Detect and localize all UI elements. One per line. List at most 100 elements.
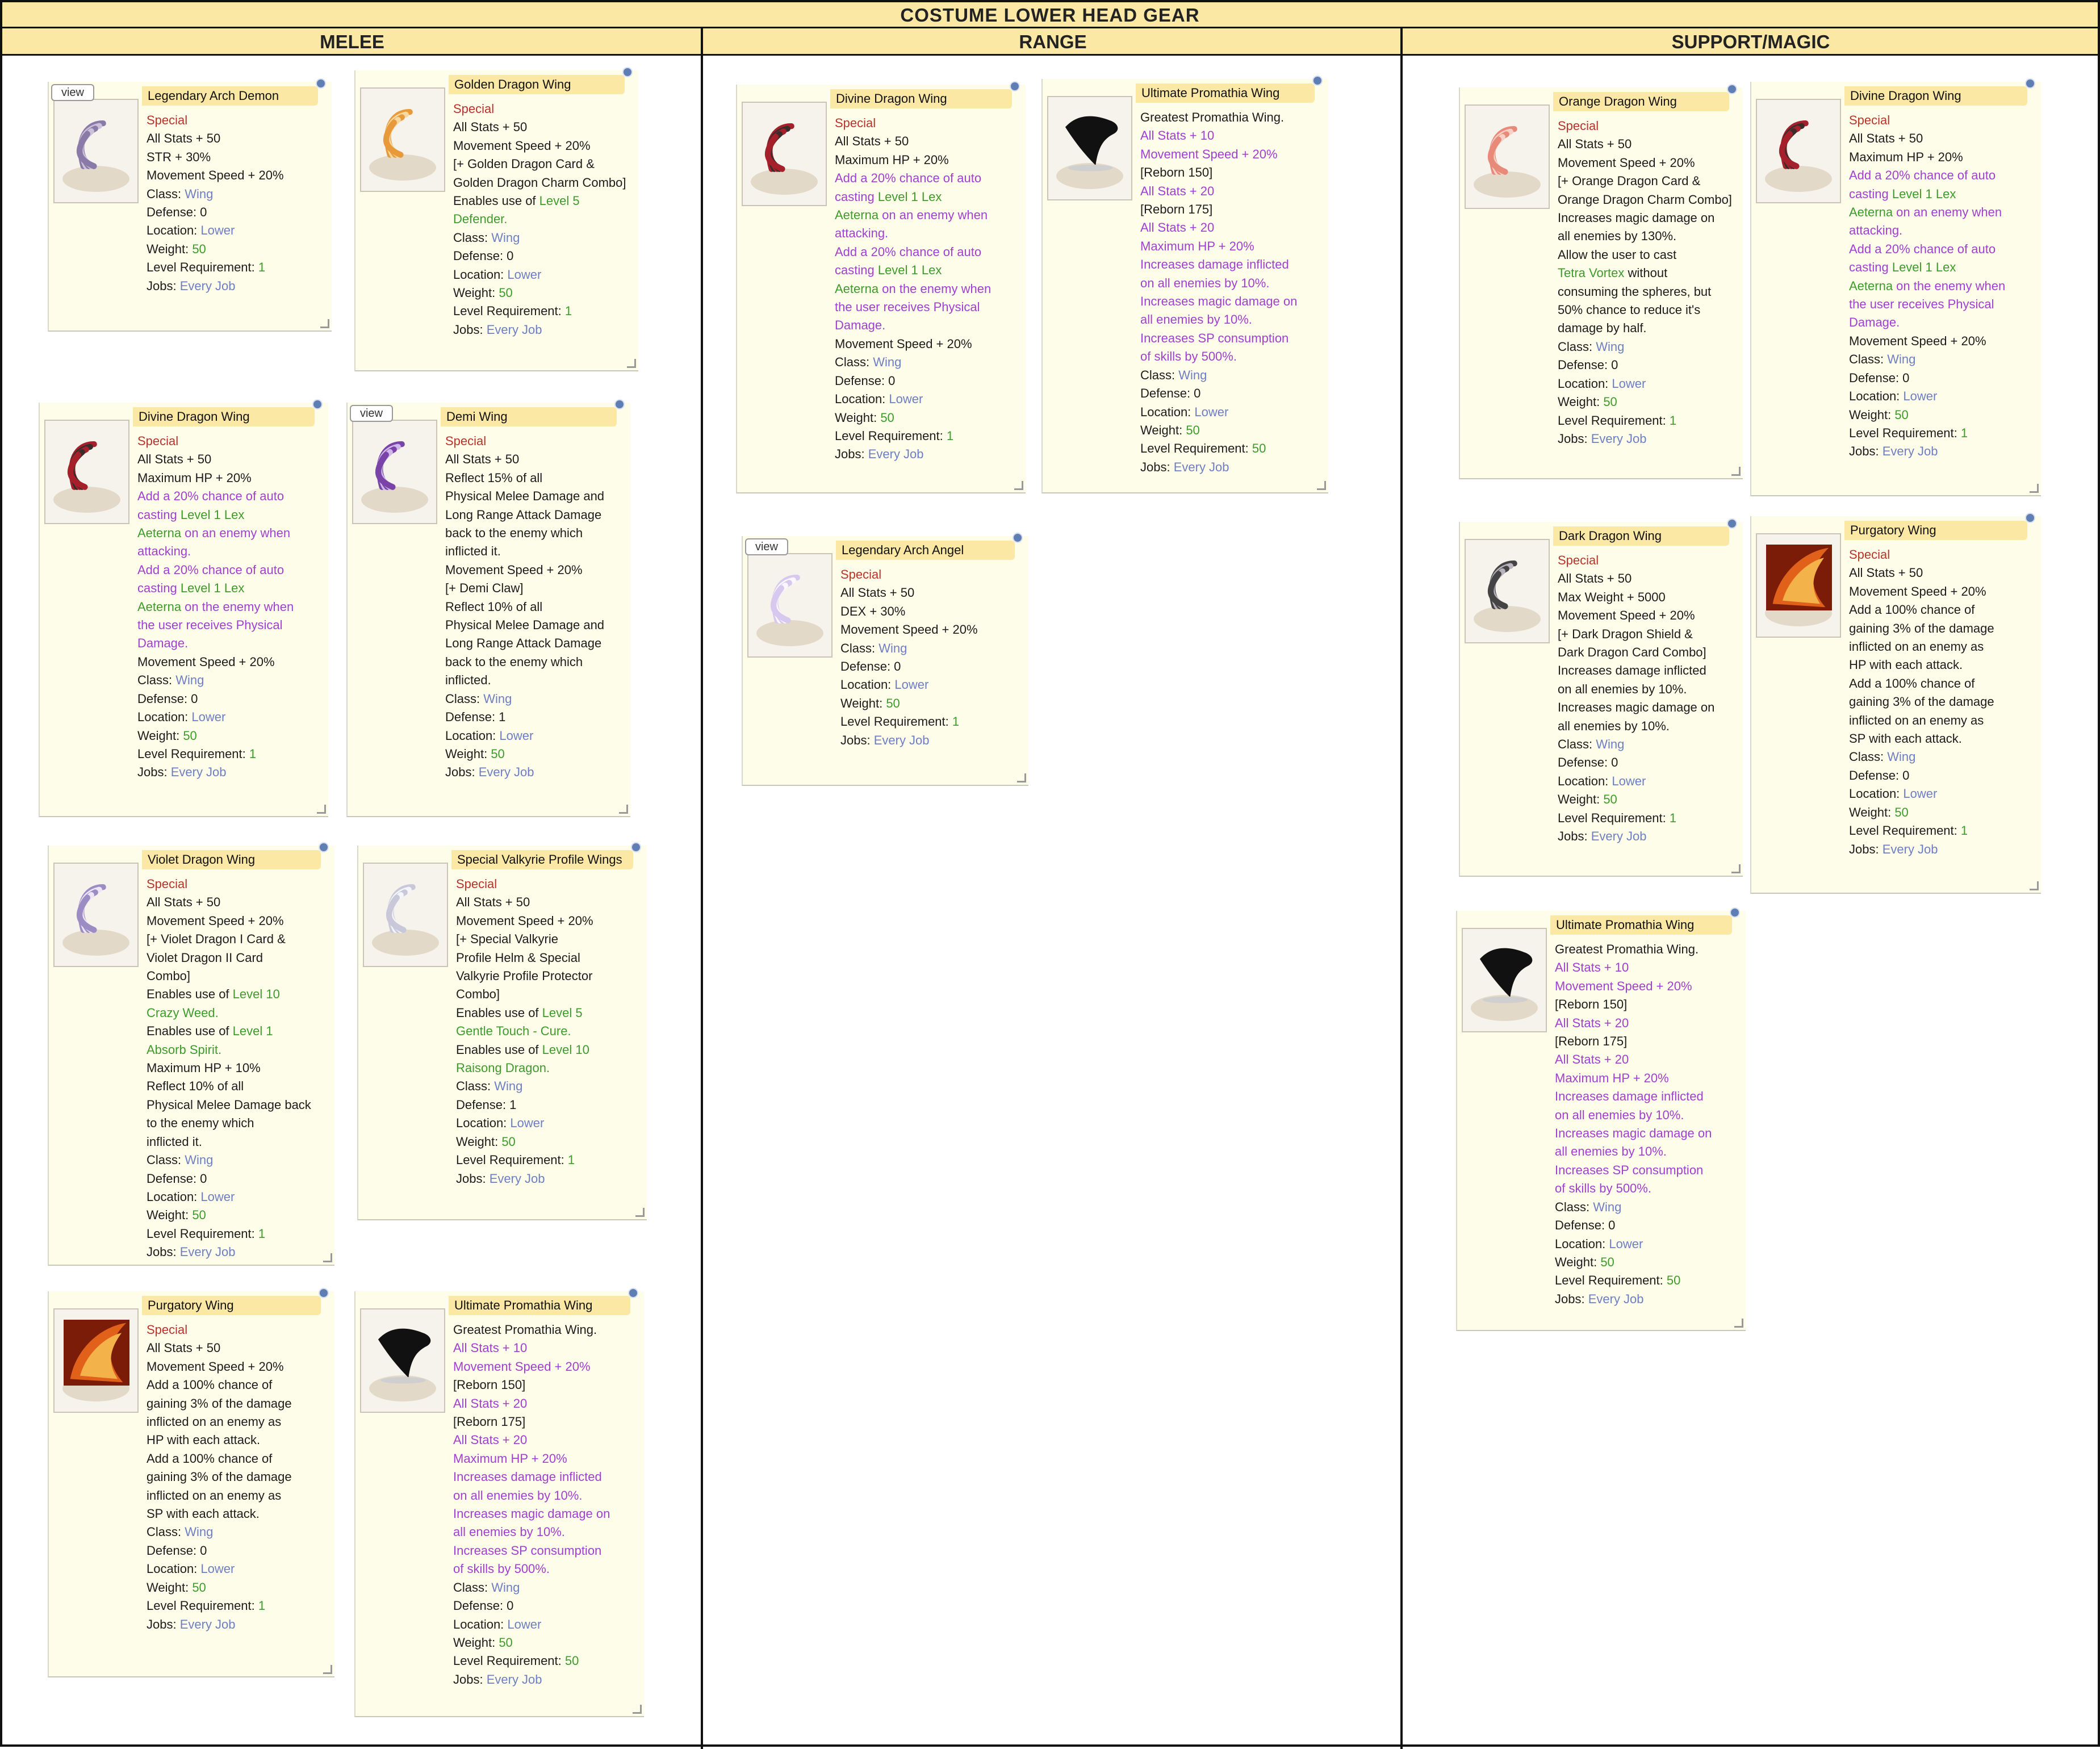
item-description: Special All Stats + 50 Maximum HP + 20% Add… (1849, 111, 2005, 461)
description-line: Crazy Weed. (147, 1004, 311, 1022)
description-text: [Reborn 150] (1140, 165, 1213, 180)
description-text: Movement Speed + 20% (147, 1359, 284, 1374)
item-image[interactable] (53, 99, 139, 203)
description-text: Damage. (137, 636, 189, 651)
resize-handle[interactable] (1317, 481, 1326, 490)
description-text: Defense: 0 (1140, 386, 1201, 401)
item-image[interactable] (1756, 99, 1841, 203)
resize-handle[interactable] (1017, 773, 1026, 783)
description-text: Increases SP consumption (453, 1543, 602, 1558)
description-text: Jobs: (147, 1245, 180, 1260)
description-line: damage by half. (1558, 319, 1732, 337)
description-text: gaining 3% of the damage (1849, 621, 1994, 635)
purgatory-wing-icon (64, 1320, 129, 1386)
description-text: Weight: (840, 696, 886, 710)
description-text: 1 (952, 714, 960, 729)
description-line: Increases SP consumption (453, 1542, 610, 1560)
description-line: Aeterna on the enemy when (835, 280, 991, 298)
item-image[interactable] (1756, 533, 1841, 638)
view-button[interactable]: view (745, 538, 788, 555)
description-line: the user receives Physical (1849, 295, 2005, 313)
item-image[interactable] (742, 102, 827, 206)
description-line: Level Requirement: 1 (147, 1597, 292, 1615)
description-text: inflicted. (445, 673, 491, 688)
view-button[interactable]: view (350, 405, 393, 422)
item-image[interactable] (747, 553, 833, 658)
description-text: [+ Dark Dragon Shield & (1558, 626, 1693, 641)
item-image[interactable] (1465, 539, 1550, 643)
resize-handle[interactable] (633, 1705, 642, 1714)
arch-demon-wing-icon (76, 120, 106, 169)
item-image[interactable] (1047, 96, 1132, 200)
resize-handle[interactable] (2030, 484, 2039, 493)
description-text: All Stats + 20 (1140, 220, 1215, 235)
resize-handle[interactable] (627, 359, 636, 368)
item-image[interactable] (360, 1308, 445, 1413)
item-image[interactable] (1462, 928, 1547, 1032)
description-line: Weight: 50 (1140, 421, 1297, 440)
description-text: Level Requirement: (840, 714, 952, 729)
item-name: Ultimate Promathia Wing (449, 1288, 638, 1315)
item-image-art (1766, 109, 1832, 177)
description-text: Wing (483, 691, 512, 706)
description-line: All Stats + 50 (835, 132, 991, 150)
description-text: Lower (499, 728, 534, 743)
description-line: Jobs: Every Job (835, 445, 991, 463)
description-line: Defense: 0 (1140, 384, 1297, 403)
description-line: Defense: 0 (147, 203, 284, 221)
description-line: Class: Wing (456, 1077, 593, 1095)
view-button[interactable]: view (51, 84, 94, 101)
resize-handle[interactable] (323, 1665, 332, 1674)
item-image[interactable] (352, 420, 437, 524)
description-line: Weight: 50 (147, 240, 284, 258)
description-line: Aeterna on the enemy when (137, 598, 294, 616)
resize-handle[interactable] (320, 319, 329, 328)
description-line: the user receives Physical (137, 616, 294, 634)
description-line: 50% chance to reduce it's (1558, 301, 1732, 319)
resize-handle[interactable] (619, 805, 628, 814)
resize-handle[interactable] (323, 1253, 332, 1262)
description-line: [+ Golden Dragon Card & (453, 155, 626, 173)
resize-handle[interactable] (635, 1208, 645, 1217)
description-text: Defense: 0 (1849, 768, 1910, 783)
description-line: Golden Dragon Charm Combo] (453, 174, 626, 192)
item-description: Special All Stats + 50 Movement Speed + 20… (1558, 117, 1732, 448)
item-image[interactable] (53, 1308, 139, 1413)
description-text: Increases SP consumption (1555, 1162, 1704, 1177)
description-text: without (1624, 266, 1668, 281)
description-line: inflicted on an enemy as (147, 1413, 292, 1431)
description-line: Location: Lower (453, 266, 626, 284)
description-line: Valkyrie Profile Protector (456, 967, 593, 985)
description-line: inflicted. (445, 671, 604, 689)
item-image[interactable] (363, 863, 448, 967)
resize-handle[interactable] (2030, 881, 2039, 890)
resize-handle[interactable] (317, 805, 326, 814)
description-text: Lower (1612, 773, 1646, 788)
description-text: Reflect 10% of all (147, 1079, 244, 1094)
item-name: Purgatory Wing (1844, 513, 2035, 540)
item-image[interactable] (1465, 104, 1550, 209)
description-line: All Stats + 50 (456, 893, 593, 911)
item-image-art (64, 873, 129, 941)
description-text: All Stats + 20 (453, 1396, 528, 1411)
description-line: [+ Demi Claw] (445, 579, 604, 597)
description-text: back to the enemy which (445, 526, 583, 541)
description-text: Special (453, 102, 495, 116)
item-description: Special All Stats + 50 Max Weight + 5000 Mo… (1558, 551, 1714, 846)
description-text: HP with each attack. (1849, 658, 1963, 672)
description-line: Increases magic damage on (1555, 1124, 1712, 1143)
resize-handle[interactable] (1731, 467, 1741, 476)
resize-handle[interactable] (1014, 481, 1023, 490)
item-image[interactable] (53, 863, 139, 967)
description-text: Tetra Vortex (1558, 266, 1625, 281)
item-image[interactable] (44, 420, 129, 524)
item-image-art (55, 430, 120, 498)
description-text: 50 (192, 1580, 206, 1595)
item-card: Divine Dragon Wing Special All Stats + 50 M… (1750, 78, 2041, 496)
item-image[interactable] (360, 87, 445, 192)
item-card: Orange Dragon Wing Special All Stats + 50 M… (1459, 84, 1743, 479)
resize-handle[interactable] (1734, 1319, 1743, 1328)
resize-handle[interactable] (1731, 864, 1741, 873)
item-description: Special All Stats + 50 Movement Speed + 20… (456, 875, 593, 1188)
description-line: Physical Melee Damage and (445, 487, 604, 505)
